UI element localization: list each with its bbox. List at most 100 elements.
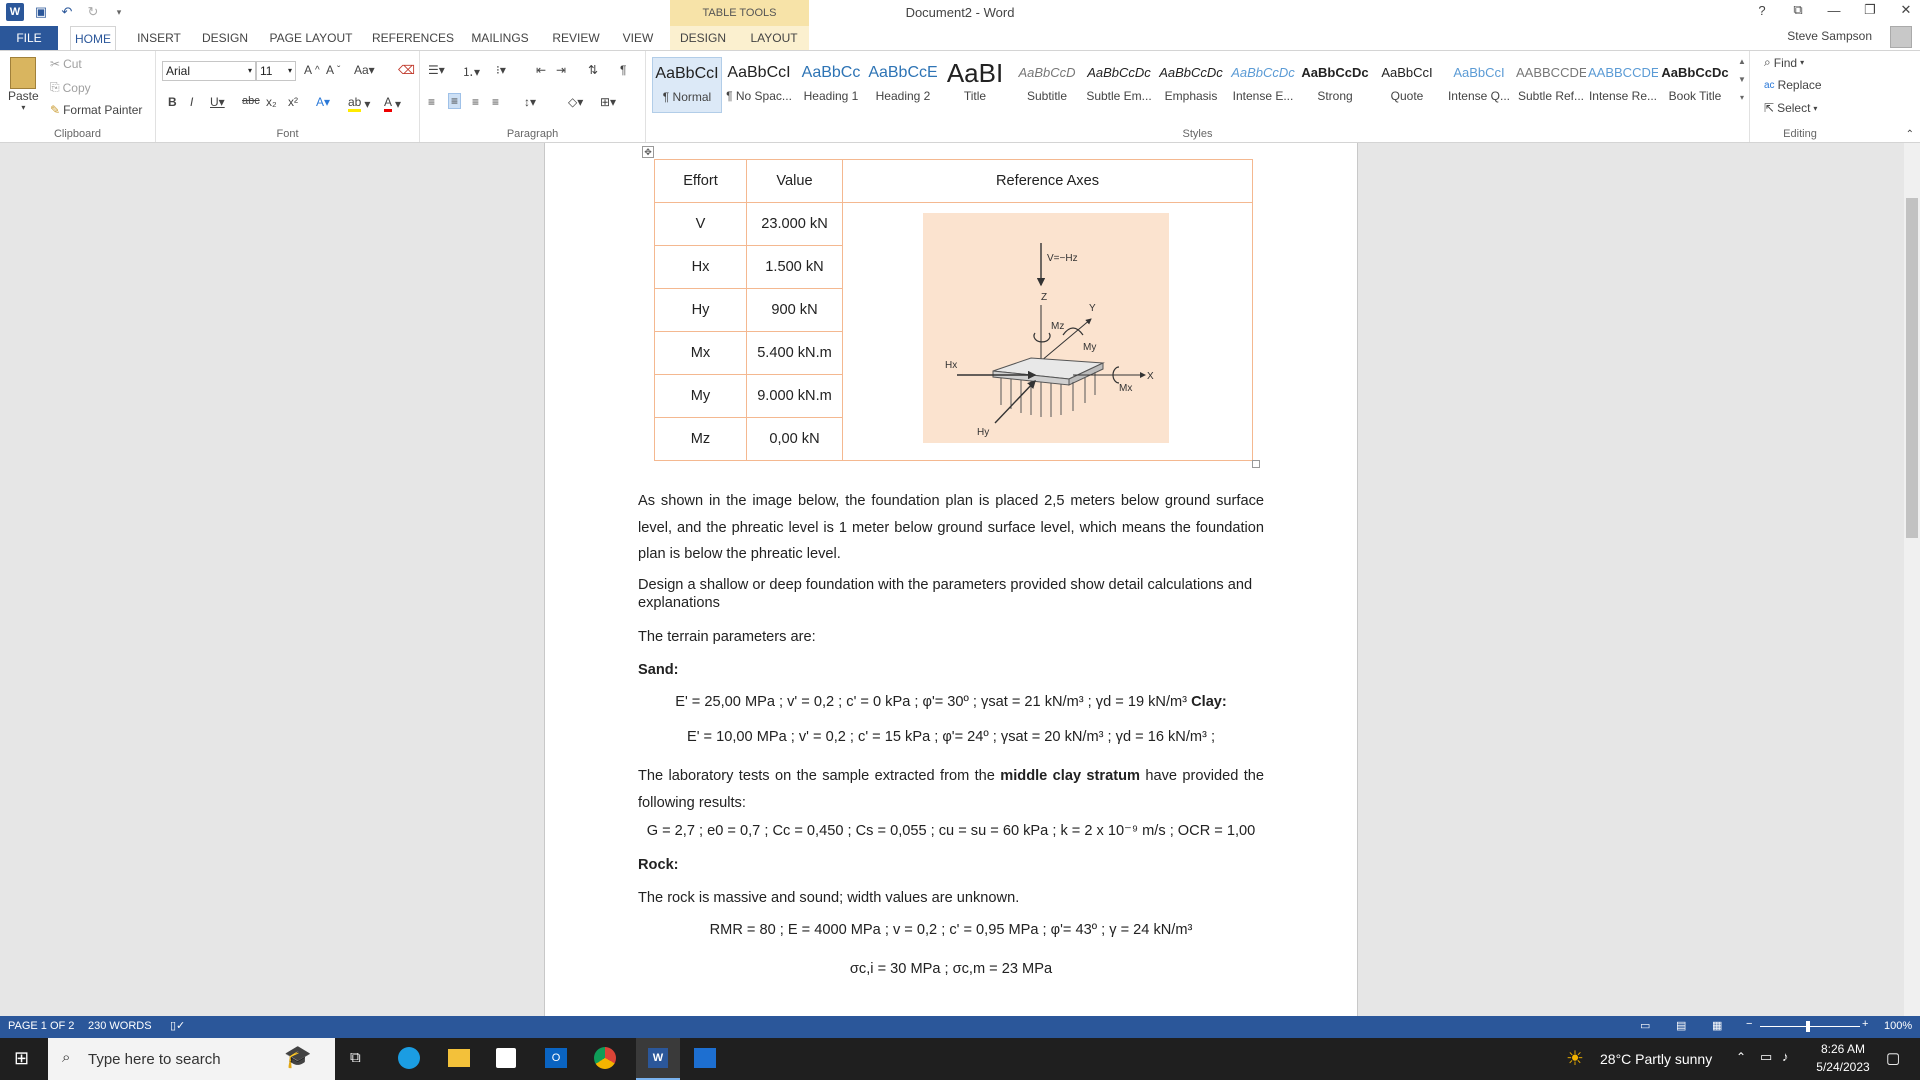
table-cell[interactable]: 900 kN [746, 288, 843, 332]
zoom-slider[interactable] [1760, 1026, 1860, 1027]
style-intense-q[interactable]: AaBbCcI Intense Q... [1444, 57, 1514, 113]
table-cell[interactable]: Hx [654, 245, 747, 289]
proofing-icon[interactable]: ▯✓ [170, 1019, 185, 1032]
styles-scroll-down-icon[interactable]: ▼ [1736, 71, 1748, 89]
replace-button[interactable]: ac Replace [1764, 78, 1822, 92]
shading-icon[interactable]: ◇▾ [568, 95, 583, 109]
sort-icon[interactable]: ⇅ [588, 63, 598, 77]
zoom-level[interactable]: 100% [1884, 1020, 1912, 1032]
photos-icon[interactable] [694, 1048, 716, 1068]
zoom-in-icon[interactable]: + [1862, 1018, 1868, 1030]
shrink-font-icon[interactable]: Aˇ [326, 63, 340, 77]
word-taskbar-button[interactable]: W [636, 1038, 680, 1080]
tab-home[interactable]: HOME [70, 26, 116, 51]
decrease-indent-icon[interactable]: ⇤ [536, 63, 546, 77]
web-layout-icon[interactable]: ▦ [1712, 1019, 1722, 1032]
close-icon[interactable]: ✕ [1898, 2, 1914, 18]
avatar[interactable] [1890, 26, 1912, 48]
tab-file[interactable]: FILE [0, 26, 58, 50]
word-count[interactable]: 230 WORDS [88, 1020, 152, 1032]
zoom-slider-thumb[interactable] [1806, 1021, 1810, 1032]
table-cell[interactable]: Mx [654, 331, 747, 375]
lab-parameters[interactable]: G = 2,7 ; e0 = 0,7 ; Cc = 0,450 ; Cs = 0… [638, 822, 1264, 839]
store-icon[interactable] [496, 1048, 516, 1068]
table-resize-handle[interactable] [1252, 460, 1260, 468]
table-cell[interactable]: 9.000 kN.m [746, 374, 843, 418]
select-button[interactable]: ⇱ Select ▾ [1764, 101, 1817, 115]
clay-parameters[interactable]: E' = 10,00 MPa ; v' = 0,2 ; c' = 15 kPa … [638, 729, 1264, 745]
user-name[interactable]: Steve Sampson [1787, 29, 1872, 43]
multilevel-list-icon[interactable]: ⁝▾ [496, 63, 506, 77]
zoom-out-icon[interactable]: − [1746, 1018, 1752, 1030]
clock-time[interactable]: 8:26 AM [1808, 1042, 1878, 1056]
table-header-cell[interactable]: Value [746, 159, 843, 203]
read-mode-icon[interactable]: ▭ [1640, 1019, 1650, 1032]
style-heading-1[interactable]: AaBbCc Heading 1 [796, 57, 866, 113]
tab-table-design[interactable]: DESIGN [680, 26, 726, 50]
cut-button[interactable]: ✂ Cut [50, 57, 82, 71]
help-icon[interactable]: ? [1754, 3, 1770, 18]
weather-icon[interactable]: ☀ [1566, 1046, 1584, 1071]
justify-icon[interactable]: ≡ [492, 95, 499, 109]
taskbar-search[interactable]: ⌕ Type here to search 🎓 [48, 1038, 335, 1080]
strikethrough-icon[interactable]: abc [242, 95, 260, 107]
table-cell[interactable]: 5.400 kN.m [746, 331, 843, 375]
task-view-icon[interactable]: ⧉ [350, 1049, 361, 1066]
tab-references[interactable]: REFERENCES [372, 26, 454, 50]
rock-parameters[interactable]: RMR = 80 ; E = 4000 MPa ; v = 0,2 ; c' =… [638, 922, 1264, 938]
numbering-icon[interactable]: ⒈▾ [462, 63, 480, 80]
styles-more-icon[interactable]: ▾ [1736, 89, 1748, 107]
file-explorer-icon[interactable] [448, 1049, 470, 1067]
table-header-cell[interactable]: Effort [654, 159, 747, 203]
tray-overflow-icon[interactable]: ⌃ [1736, 1050, 1746, 1064]
paragraph-design-task[interactable]: Design a shallow or deep foundation with… [638, 576, 1264, 612]
style-book-title[interactable]: AaBbCcDc Book Title [1660, 57, 1730, 113]
style-subtle-em[interactable]: AaBbCcDc Subtle Em... [1084, 57, 1154, 113]
grow-font-icon[interactable]: A ^ [304, 63, 320, 77]
reference-axes-figure[interactable]: V=−Hz Z Y Mz My Hx X Mx Hy [923, 213, 1169, 443]
tab-page-layout[interactable]: PAGE LAYOUT [268, 26, 354, 50]
italic-icon[interactable]: I [190, 95, 193, 109]
align-right-icon[interactable]: ≡ [472, 95, 479, 109]
superscript-icon[interactable]: x² [288, 95, 298, 109]
style-subtle-ref[interactable]: AABBCCDE Subtle Ref... [1516, 57, 1586, 113]
tab-mailings[interactable]: MAILINGS [468, 26, 532, 50]
table-cell[interactable]: V [654, 202, 747, 246]
style-strong[interactable]: AaBbCcDc Strong [1300, 57, 1370, 113]
text-effects-icon[interactable]: A▾ [316, 95, 330, 109]
table-cell[interactable]: 1.500 kN [746, 245, 843, 289]
network-icon[interactable]: ▭ [1760, 1049, 1772, 1065]
paragraph-rock[interactable]: The rock is massive and sound; width val… [638, 890, 1264, 906]
style-heading-2[interactable]: AaBbCcE Heading 2 [868, 57, 938, 113]
table-header-cell[interactable]: Reference Axes [842, 159, 1253, 203]
show-marks-icon[interactable]: ¶ [620, 63, 626, 77]
paragraph-terrain[interactable]: The terrain parameters are: [638, 629, 1264, 645]
heading-rock[interactable]: Rock: [638, 857, 1264, 873]
highlight-icon[interactable]: ab ▾ [348, 95, 370, 112]
font-name-input[interactable]: Arial ▾ [162, 61, 256, 81]
collapse-ribbon-icon[interactable]: ⌃ [1906, 129, 1914, 140]
vertical-scrollbar[interactable] [1904, 143, 1920, 1016]
restore-icon[interactable]: ❐ [1862, 2, 1878, 18]
change-case-icon[interactable]: Aa▾ [354, 63, 375, 77]
table-cell[interactable]: 23.000 kN [746, 202, 843, 246]
table-cell[interactable]: Hy [654, 288, 747, 332]
line-spacing-icon[interactable]: ↕▾ [524, 95, 536, 109]
notifications-icon[interactable]: ▢ [1886, 1049, 1900, 1067]
bold-icon[interactable]: B [168, 95, 177, 109]
sand-parameters[interactable]: E' = 25,00 MPa ; v' = 0,2 ; c' = 0 kPa ;… [638, 694, 1264, 710]
subscript-icon[interactable]: x₂ [266, 95, 277, 109]
style-no-spac[interactable]: AaBbCcI ¶ No Spac... [724, 57, 794, 113]
paragraph-foundation[interactable]: As shown in the image below, the foundat… [638, 488, 1264, 568]
ribbon-display-icon[interactable]: ⧉ [1790, 2, 1806, 18]
table-cell[interactable]: Mz [654, 417, 747, 461]
tab-view[interactable]: VIEW [620, 26, 656, 50]
font-color-icon[interactable]: A ▾ [384, 95, 401, 112]
find-button[interactable]: ⌕ Find ▾ [1764, 55, 1804, 70]
windows-start-icon[interactable]: ⊞ [14, 1048, 29, 1069]
style-title[interactable]: AaBI Title [940, 57, 1010, 113]
weather-text[interactable]: 28°C Partly sunny [1600, 1051, 1712, 1067]
style-normal[interactable]: AaBbCcI ¶ Normal [652, 57, 722, 113]
style-subtitle[interactable]: AaBbCcD Subtitle [1012, 57, 1082, 113]
paste-button[interactable]: Paste ▾ [8, 57, 39, 112]
